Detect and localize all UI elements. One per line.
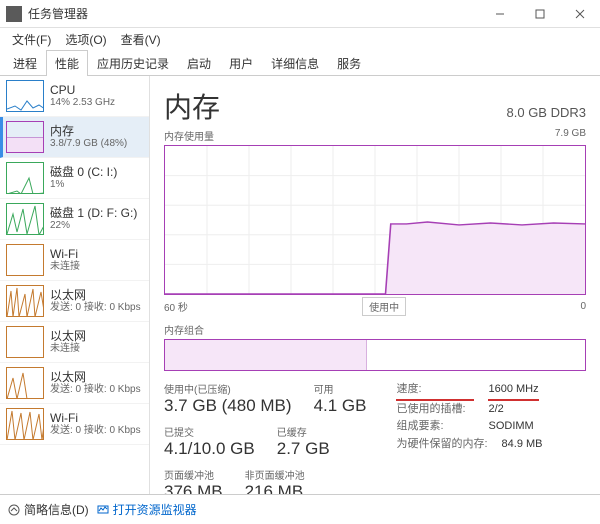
sidebar-item-disk1[interactable]: 磁盘 1 (D: F: G:)22%	[0, 199, 149, 240]
stat-avail-label: 可用	[314, 381, 367, 396]
stat-avail-value: 4.1 GB	[314, 396, 367, 416]
net-sparkline	[6, 367, 44, 399]
close-button[interactable]	[560, 0, 600, 28]
sidebar-item-ethernet3[interactable]: 以太网发送: 0 接收: 0 Kbps	[0, 363, 149, 404]
sidebar-item-label: 以太网	[50, 329, 86, 343]
kv-speed-value: 1600 MHz	[488, 381, 538, 401]
sidebar-item-ethernet[interactable]: 以太网发送: 0 接收: 0 Kbps	[0, 281, 149, 322]
tab-startup[interactable]: 启动	[178, 50, 220, 76]
sidebar-item-ethernet2[interactable]: 以太网未连接	[0, 322, 149, 363]
sidebar-item-wifi2[interactable]: Wi-Fi发送: 0 接收: 0 Kbps	[0, 404, 149, 445]
menu-view[interactable]: 查看(V)	[115, 29, 167, 50]
kv-slots-label: 已使用的插槽:	[396, 401, 474, 419]
tab-app-history[interactable]: 应用历史记录	[88, 50, 178, 76]
sidebar-item-label: 磁盘 0 (C: I:)	[50, 165, 117, 179]
main-panel: 内存 8.0 GB DDR3 内存使用量 7.9 GB 60 秒 使用中 0 内…	[150, 76, 600, 494]
footer: 简略信息(D) 打开资源监视器	[0, 494, 600, 524]
open-resource-monitor-link[interactable]: 打开资源监视器	[97, 501, 197, 518]
page-title: 内存	[164, 86, 220, 126]
disk-sparkline	[6, 203, 44, 235]
stat-paged-value: 376 MB	[164, 482, 223, 494]
minimize-button[interactable]	[480, 0, 520, 28]
memory-composition-chart	[164, 339, 586, 371]
stat-committed-label: 已提交	[164, 424, 255, 439]
monitor-icon	[97, 504, 109, 516]
tab-performance[interactable]: 性能	[46, 50, 88, 76]
memory-sparkline	[6, 121, 44, 153]
sidebar-item-label: 以太网	[50, 288, 141, 302]
kv-slots-value: 2/2	[488, 401, 503, 419]
stat-cached-label: 已缓存	[277, 424, 330, 439]
stat-in-use-label: 使用中(已压缩)	[164, 381, 292, 396]
kv-reserved-label: 为硬件保留的内存:	[396, 436, 487, 454]
sidebar-item-label: Wi-Fi	[50, 411, 141, 425]
stat-nonpaged-label: 非页面缓冲池	[245, 467, 305, 482]
stat-in-use-value: 3.7 GB (480 MB)	[164, 396, 292, 416]
memory-details-table: 速度: 1600 MHz 已使用的插槽: 2/2 组成要素: SODIMM 为硬件保留…	[396, 381, 542, 494]
disk-sparkline	[6, 162, 44, 194]
chevron-up-icon	[8, 504, 20, 516]
tab-processes[interactable]: 进程	[4, 50, 46, 76]
sidebar-item-label: Wi-Fi	[50, 247, 80, 261]
net-sparkline	[6, 326, 44, 358]
net-sparkline	[6, 285, 44, 317]
tab-details[interactable]: 详细信息	[262, 50, 328, 76]
sidebar-item-label: 以太网	[50, 370, 141, 384]
stat-paged-label: 页面缓冲池	[164, 467, 223, 482]
net-sparkline	[6, 244, 44, 276]
app-icon	[6, 6, 22, 22]
menu-options[interactable]: 选项(O)	[59, 29, 112, 50]
sidebar-item-cpu[interactable]: CPU14% 2.53 GHz	[0, 76, 149, 117]
kv-reserved-value: 84.9 MB	[502, 436, 543, 454]
time-axis-right: 0	[580, 301, 586, 312]
sidebar-item-disk0[interactable]: 磁盘 0 (C: I:)1%	[0, 158, 149, 199]
menu-file[interactable]: 文件(F)	[6, 29, 57, 50]
time-axis-left: 60 秒	[164, 299, 188, 314]
sidebar-item-label: 磁盘 1 (D: F: G:)	[50, 206, 137, 220]
net-sparkline	[6, 408, 44, 440]
title-bar: 任务管理器	[0, 0, 600, 28]
sidebar: CPU14% 2.53 GHz 内存3.8/7.9 GB (48%) 磁盘 0 …	[0, 76, 150, 494]
chart-max: 7.9 GB	[555, 128, 586, 143]
tab-services[interactable]: 服务	[328, 50, 370, 76]
memory-usage-chart	[164, 145, 586, 295]
maximize-button[interactable]	[520, 0, 560, 28]
kv-form-value: SODIMM	[488, 418, 533, 436]
fewer-details-button[interactable]: 简略信息(D)	[8, 501, 89, 518]
kv-form-label: 组成要素:	[396, 418, 474, 436]
chart-label: 内存使用量	[164, 128, 214, 143]
usage-indicator: 使用中	[362, 297, 406, 316]
stat-committed-value: 4.1/10.0 GB	[164, 439, 255, 459]
stat-cached-value: 2.7 GB	[277, 439, 330, 459]
menu-bar: 文件(F) 选项(O) 查看(V)	[0, 28, 600, 50]
window-title: 任务管理器	[28, 5, 480, 22]
stat-nonpaged-value: 216 MB	[245, 482, 305, 494]
sidebar-item-label: 内存	[50, 124, 127, 138]
memory-spec: 8.0 GB DDR3	[507, 105, 586, 120]
kv-speed-label: 速度:	[396, 381, 474, 401]
cpu-sparkline	[6, 80, 44, 112]
composition-label: 内存组合	[164, 322, 204, 337]
sidebar-item-memory[interactable]: 内存3.8/7.9 GB (48%)	[0, 117, 149, 158]
sidebar-item-wifi[interactable]: Wi-Fi未连接	[0, 240, 149, 281]
sidebar-item-label: CPU	[50, 83, 115, 97]
tab-users[interactable]: 用户	[220, 50, 262, 76]
tab-bar: 进程 性能 应用历史记录 启动 用户 详细信息 服务	[0, 50, 600, 76]
